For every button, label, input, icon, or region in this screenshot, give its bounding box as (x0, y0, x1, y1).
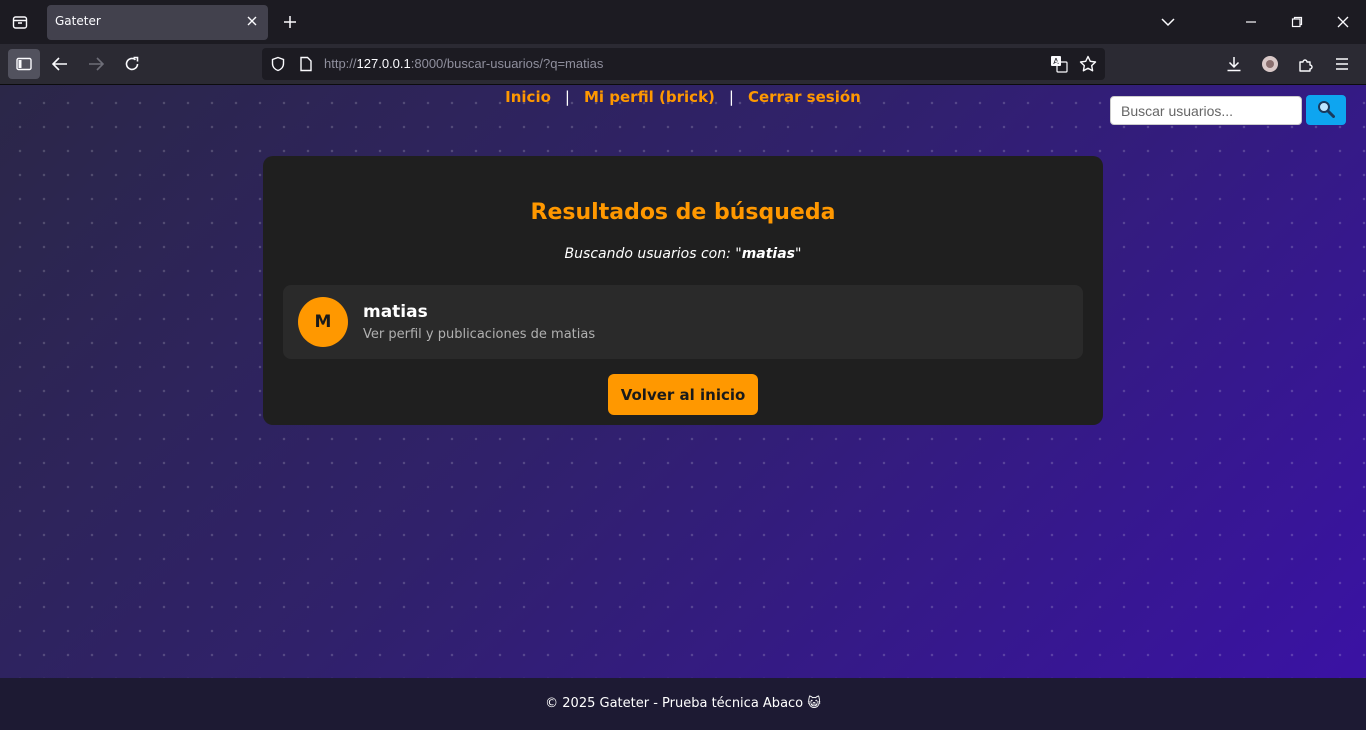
nav-link-profile[interactable]: Mi perfil (brick) (584, 88, 715, 106)
translate-icon[interactable]: A (1050, 55, 1068, 77)
sidebar-toggle-icon[interactable] (8, 49, 40, 79)
results-title: Resultados de búsqueda (530, 200, 836, 225)
magnifier-icon (1317, 100, 1335, 121)
nav-link-logout[interactable]: Cerrar sesión (748, 88, 861, 106)
close-window-icon[interactable] (1333, 12, 1353, 32)
minimize-icon[interactable] (1241, 12, 1261, 32)
account-avatar-icon[interactable] (1256, 52, 1284, 76)
close-tab-icon[interactable] (244, 13, 260, 29)
extensions-icon[interactable] (1292, 52, 1320, 76)
user-result-name[interactable]: matias (363, 302, 428, 322)
user-result-description: Ver perfil y publicaciones de matias (363, 327, 596, 342)
nav-separator: | (728, 88, 734, 106)
forward-icon (82, 52, 110, 76)
shield-icon[interactable] (270, 56, 286, 76)
search-query: matias (741, 246, 795, 262)
search-button[interactable] (1306, 95, 1346, 125)
restore-icon[interactable] (1287, 12, 1307, 32)
downloads-icon[interactable] (1220, 52, 1248, 76)
new-tab-icon[interactable] (280, 12, 300, 32)
reload-icon[interactable] (118, 52, 146, 76)
nav-separator: | (564, 88, 570, 106)
search-query-caption: Buscando usuarios con: "matias" (263, 246, 1103, 262)
footer-text: © 2025 Gateter - Prueba técnica Abaco 😺 (545, 696, 821, 711)
url-scheme: http:// (324, 56, 357, 71)
user-result-item[interactable]: M matias Ver perfil y publicaciones de m… (283, 285, 1083, 359)
user-search-input[interactable] (1110, 96, 1302, 125)
bookmark-star-icon[interactable] (1079, 55, 1097, 77)
user-avatar: M (298, 297, 348, 347)
address-bar[interactable]: http://127.0.0.1:8000/buscar-usuarios/?q… (262, 48, 1105, 80)
url-path: :8000/buscar-usuarios/?q=matias (410, 56, 604, 71)
browser-tab[interactable]: Gateter (47, 5, 268, 40)
tab-title: Gateter (55, 14, 101, 28)
menu-hamburger-icon[interactable] (1328, 52, 1356, 76)
browser-tab-bar: Gateter (0, 0, 1366, 44)
url-text[interactable]: http://127.0.0.1:8000/buscar-usuarios/?q… (324, 56, 603, 71)
url-host: 127.0.0.1 (356, 56, 411, 71)
page-info-icon[interactable] (299, 56, 313, 76)
nav-link-home[interactable]: Inicio (505, 88, 551, 106)
page-content: Inicio | Mi perfil (brick) | Cerrar sesión R… (0, 85, 1366, 678)
tab-list-icon[interactable] (8, 10, 32, 34)
page-footer: © 2025 Gateter - Prueba técnica Abaco 😺 (0, 678, 1366, 730)
tab-overflow-chevron-icon[interactable] (1158, 12, 1178, 32)
search-results-card: Resultados de búsqueda Buscando usuarios… (263, 156, 1103, 425)
caption-prefix: Buscando usuarios con: " (564, 246, 742, 262)
back-home-button[interactable]: Volver al inicio (608, 374, 758, 415)
caption-suffix: " (795, 246, 802, 262)
browser-toolbar: http://127.0.0.1:8000/buscar-usuarios/?q… (0, 44, 1366, 85)
back-icon[interactable] (46, 52, 74, 76)
